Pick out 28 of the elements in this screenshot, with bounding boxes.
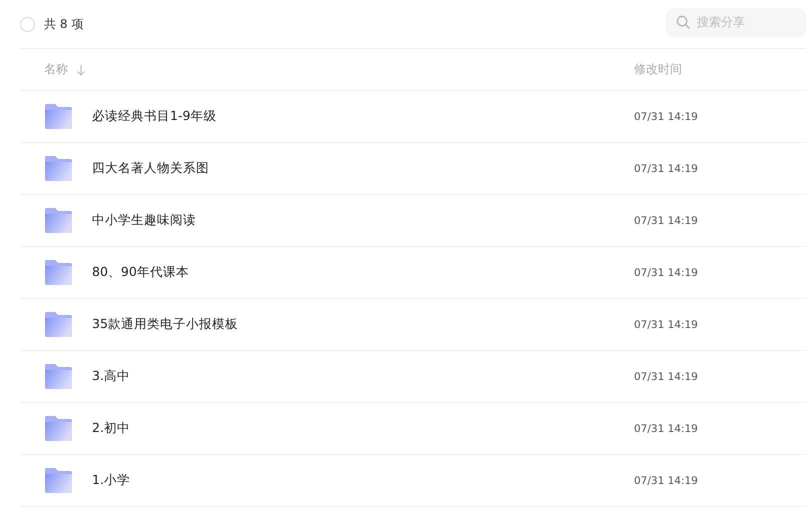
- folder-icon: [44, 312, 73, 337]
- folder-name[interactable]: 35款通用类电子小报模板: [92, 316, 238, 333]
- search-field[interactable]: 搜索分享: [666, 8, 806, 36]
- modified-time: 07/31 14:19: [634, 266, 698, 278]
- folder-icon: [44, 208, 73, 233]
- folder-name[interactable]: 1.小学: [92, 472, 130, 489]
- folder-icon: [44, 260, 73, 285]
- folder-name[interactable]: 3.高中: [92, 368, 130, 385]
- modified-time: 07/31 14:19: [634, 110, 698, 122]
- modified-time: 07/31 14:19: [634, 318, 698, 330]
- folder-name[interactable]: 2.初中: [92, 420, 130, 437]
- folder-icon: [44, 156, 73, 181]
- folder-icon: [44, 104, 73, 129]
- folder-name[interactable]: 四大名著人物关系图: [92, 160, 209, 177]
- folder-name[interactable]: 必读经典书目1-9年级: [92, 108, 216, 125]
- modified-time: 07/31 14:19: [634, 422, 698, 434]
- folder-icon: [44, 364, 73, 389]
- folder-name[interactable]: 80、90年代课本: [92, 264, 189, 281]
- sort-arrow-icon[interactable]: [76, 64, 86, 76]
- folder-icon: [44, 468, 73, 493]
- modified-time: 07/31 14:19: [634, 162, 698, 174]
- item-count: 共 8 项: [44, 16, 84, 32]
- select-all-checkbox[interactable]: [20, 16, 35, 32]
- folder-icon: [44, 416, 73, 441]
- modified-time: 07/31 14:19: [634, 370, 698, 382]
- folder-name[interactable]: 中小学生趣味阅读: [92, 212, 196, 229]
- modified-time: 07/31 14:19: [634, 474, 698, 486]
- modified-time: 07/31 14:19: [634, 214, 698, 226]
